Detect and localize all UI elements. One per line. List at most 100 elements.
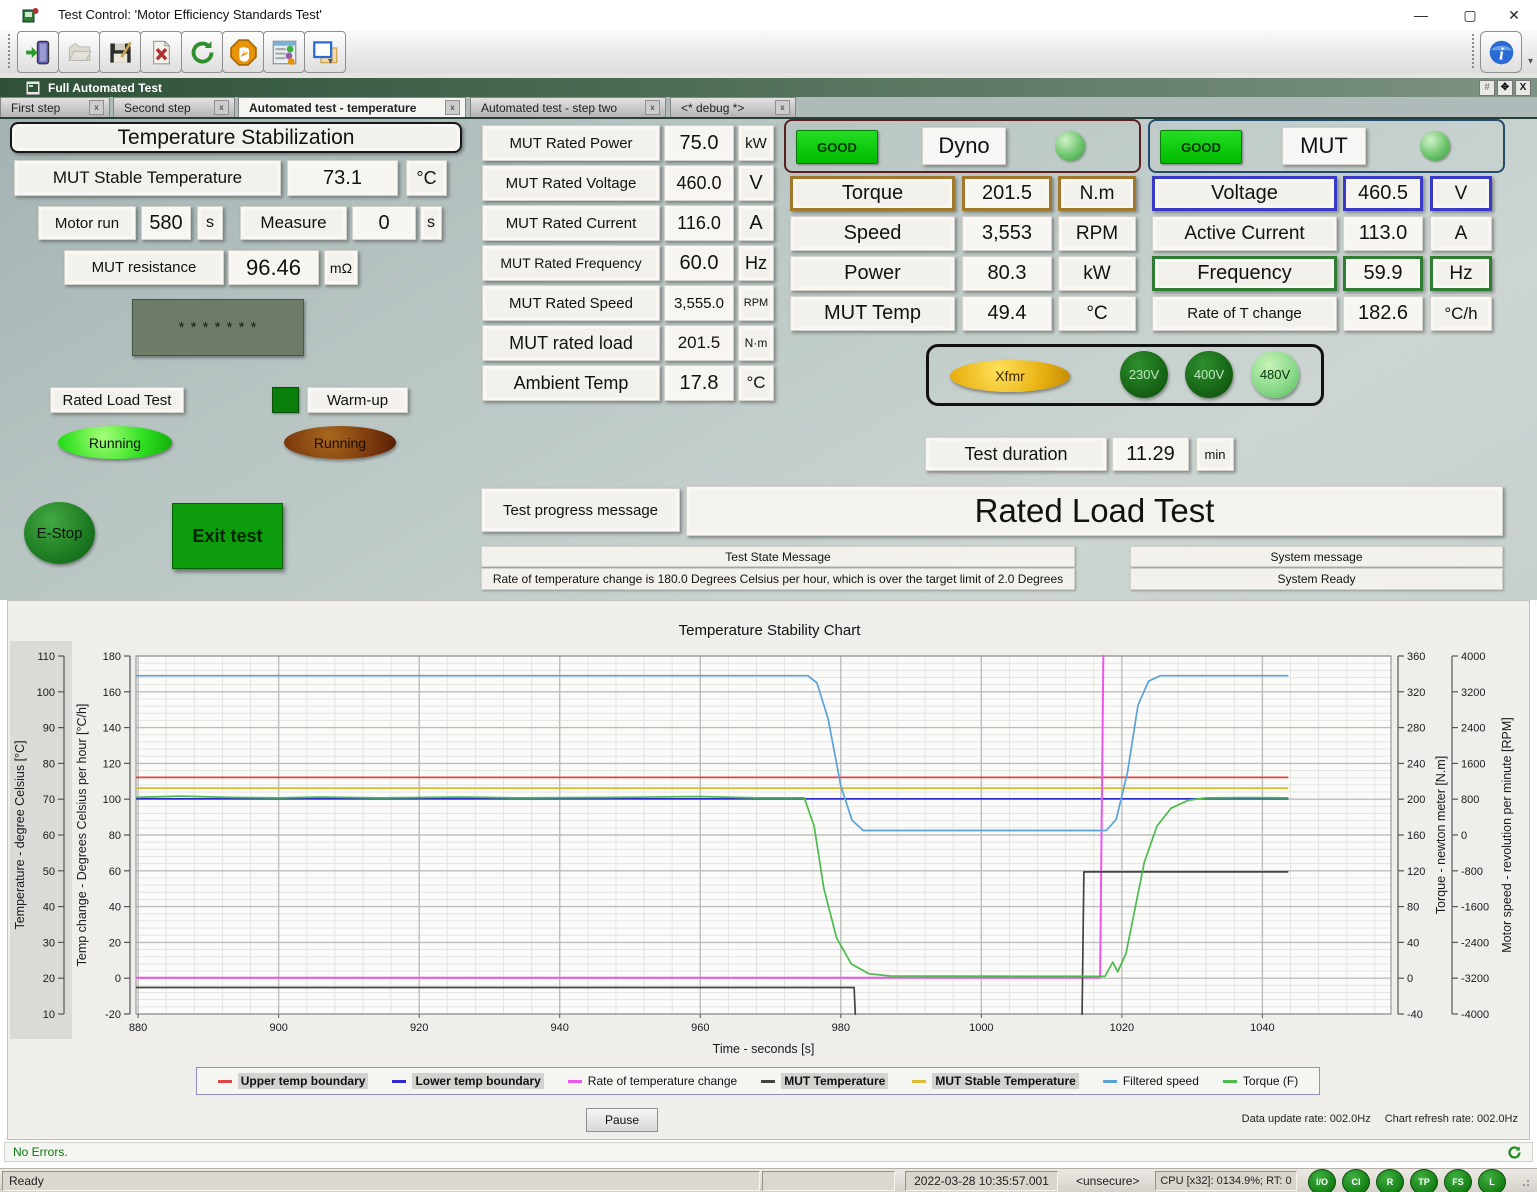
svg-text:100: 100 xyxy=(103,794,121,806)
toolbar-overflow-right-icon[interactable]: ▾ xyxy=(1528,56,1533,67)
param-value: 75.0 xyxy=(664,125,734,161)
legend-item[interactable]: Lower temp boundary xyxy=(392,1073,543,1089)
stable-temp-unit: °C xyxy=(406,160,447,196)
xfmr-indicator: Xfmr xyxy=(950,360,1070,392)
stop-button[interactable] xyxy=(222,31,264,73)
test-duration-value: 11.29 xyxy=(1112,437,1189,471)
mut-row-label: Active Current xyxy=(1152,216,1337,251)
minimize-button[interactable]: — xyxy=(1398,0,1444,30)
refresh-button[interactable] xyxy=(181,31,223,73)
legend-item[interactable]: MUT Stable Temperature xyxy=(912,1073,1078,1089)
tab-close-icon[interactable]: x xyxy=(89,100,104,115)
test-progress-display: Rated Load Test xyxy=(686,486,1503,536)
refresh-errors-icon[interactable] xyxy=(1507,1145,1522,1160)
svg-text:980: 980 xyxy=(832,1022,850,1034)
svg-text:40: 40 xyxy=(109,902,121,914)
app-icon xyxy=(22,7,39,24)
svg-text:30: 30 xyxy=(43,937,55,949)
legend-label[interactable]: MUT Stable Temperature xyxy=(932,1073,1078,1089)
legend-label[interactable]: Lower temp boundary xyxy=(412,1073,543,1089)
svg-text:Time - seconds [s]: Time - seconds [s] xyxy=(713,1042,815,1056)
legend-swatch xyxy=(218,1080,232,1083)
window-title: Test Control: 'Motor Efficiency Standard… xyxy=(58,7,322,22)
dyno-status-button[interactable]: GOOD xyxy=(796,130,878,164)
legend-item[interactable]: Rate of temperature change xyxy=(568,1074,737,1088)
legend-label[interactable]: MUT Temperature xyxy=(781,1073,888,1089)
param-value: 60.0 xyxy=(664,245,734,281)
password-display[interactable]: * * * * * * * xyxy=(132,299,304,356)
toolbar-grip-right[interactable] xyxy=(1472,34,1478,68)
subwindow-close-button[interactable]: X xyxy=(1515,80,1531,96)
tab-bar: First stepx Second stepx Automated test … xyxy=(0,97,1537,119)
xfmr-480v-led: 480V xyxy=(1251,351,1299,398)
open-button[interactable] xyxy=(58,31,100,73)
param-unit: Hz xyxy=(738,245,774,281)
svg-text:0: 0 xyxy=(1461,830,1467,842)
subwindow-maximize-button[interactable]: ✥ xyxy=(1497,80,1513,96)
svg-text:60: 60 xyxy=(43,830,55,842)
legend-swatch xyxy=(761,1080,775,1083)
estop-button[interactable]: E-Stop xyxy=(24,502,95,564)
configure-button[interactable] xyxy=(263,31,305,73)
tab-debug[interactable]: <* debug *>x xyxy=(670,97,796,117)
svg-text:920: 920 xyxy=(410,1022,428,1034)
toolbar-grip[interactable] xyxy=(8,34,14,68)
save-button[interactable] xyxy=(99,31,141,73)
resize-grip[interactable] xyxy=(1522,1177,1532,1187)
window-copy-icon xyxy=(312,39,339,66)
param-label: Ambient Temp xyxy=(482,365,660,401)
legend-label[interactable]: Filtered speed xyxy=(1123,1074,1199,1088)
param-label: MUT Rated Frequency xyxy=(482,245,660,281)
svg-text:50: 50 xyxy=(43,866,55,878)
svg-text:900: 900 xyxy=(269,1022,287,1034)
delete-button[interactable] xyxy=(140,31,182,73)
legend-label[interactable]: Torque (F) xyxy=(1243,1074,1298,1088)
maximize-button[interactable]: ▢ xyxy=(1447,0,1493,30)
legend-label[interactable]: Rate of temperature change xyxy=(588,1074,737,1088)
legend-item[interactable]: Filtered speed xyxy=(1103,1074,1199,1088)
svg-text:0: 0 xyxy=(1407,973,1413,985)
tab-second-step[interactable]: Second stepx xyxy=(113,97,235,117)
legend-label[interactable]: Upper temp boundary xyxy=(238,1073,369,1089)
exit-test-button[interactable]: Exit test xyxy=(172,503,283,569)
close-button[interactable]: ✕ xyxy=(1491,0,1537,30)
dyno-title: Dyno xyxy=(922,127,1006,165)
svg-text:20: 20 xyxy=(109,937,121,949)
param-unit: N·m xyxy=(738,325,774,361)
windows-button[interactable] xyxy=(304,31,346,73)
param-label: MUT Rated Voltage xyxy=(482,165,660,201)
mut-row-unit: °C/h xyxy=(1430,296,1492,331)
tab-close-icon[interactable]: x xyxy=(775,100,790,115)
mut-status-button[interactable]: GOOD xyxy=(1160,130,1242,164)
tab-close-icon[interactable]: x xyxy=(645,100,660,115)
tab-automated-test-temperature[interactable]: Automated test - temperaturex xyxy=(238,97,466,117)
legend-item[interactable]: MUT Temperature xyxy=(761,1073,888,1089)
tab-close-icon[interactable]: x xyxy=(445,100,460,115)
legend-item[interactable]: Upper temp boundary xyxy=(218,1073,369,1089)
info-button[interactable]: i xyxy=(1480,31,1522,73)
tab-first-step[interactable]: First stepx xyxy=(0,97,110,117)
pause-button[interactable]: Pause xyxy=(586,1108,658,1132)
legend-item[interactable]: Torque (F) xyxy=(1223,1074,1298,1088)
chart-refresh-rate: Chart refresh rate: 002.0Hz xyxy=(1385,1113,1518,1125)
dyno-row-label: Speed xyxy=(790,216,955,251)
tab-close-icon[interactable]: x xyxy=(214,100,229,115)
svg-text:i: i xyxy=(1499,44,1504,63)
legend-swatch xyxy=(392,1080,406,1083)
mut-row-unit: A xyxy=(1430,216,1492,251)
param-unit: RPM xyxy=(738,285,774,321)
mut-row-value: 182.6 xyxy=(1343,296,1423,331)
tab-automated-test-step-two[interactable]: Automated test - step twox xyxy=(470,97,666,117)
svg-text:0: 0 xyxy=(115,973,121,985)
toolbar-overflow-icon[interactable]: ▾ xyxy=(328,56,333,67)
chart-legend: Upper temp boundary Lower temp boundary … xyxy=(196,1067,1320,1095)
subwindow-pin-button[interactable]: # xyxy=(1479,80,1495,96)
svg-text:-800: -800 xyxy=(1461,866,1483,878)
dyno-row-label: Torque xyxy=(790,176,955,211)
svg-text:90: 90 xyxy=(43,723,55,735)
svg-text:2400: 2400 xyxy=(1461,723,1485,735)
mut-row-label: Frequency xyxy=(1152,256,1337,291)
mut-row-label: Voltage xyxy=(1152,176,1337,211)
exit-door-button[interactable] xyxy=(17,31,59,73)
delete-file-icon xyxy=(148,39,175,66)
